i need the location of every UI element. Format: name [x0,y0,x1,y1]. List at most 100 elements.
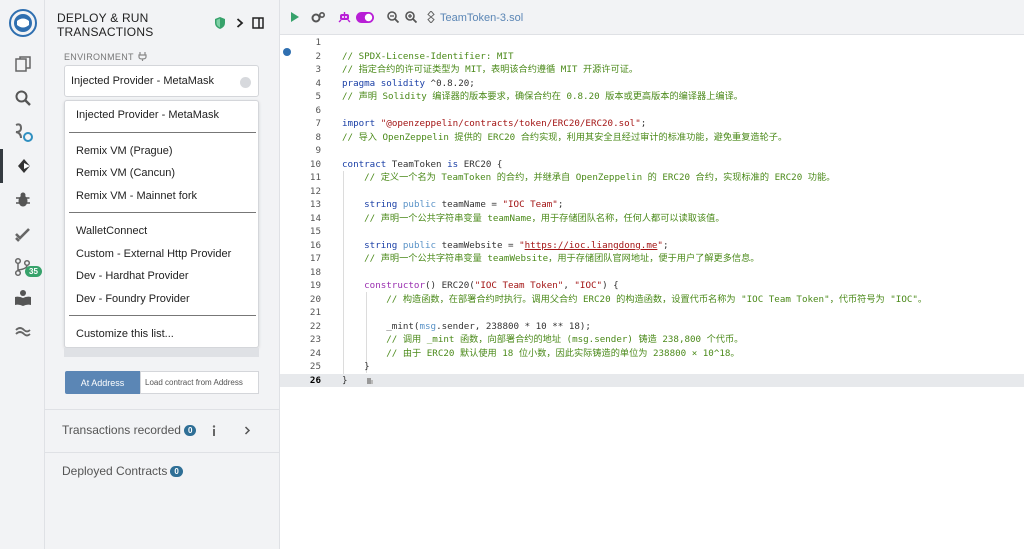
code-line[interactable]: 4 pragma solidity ^0.8.20; [280,77,1024,91]
lightbulb-hint-icon[interactable] [366,377,374,386]
code-line[interactable]: 18 [280,266,1024,280]
line-number: 13 [309,199,321,210]
env-option-hardhat[interactable]: Dev - Hardhat Provider [76,270,189,282]
code-text: // 声明一个公共字符串变量 teamWebsite，用于存储团队官网地址，便于… [364,253,760,264]
zoom-in-icon[interactable] [405,11,417,23]
environment-label: ENVIRONMENT [64,52,148,62]
code-text: import "@openzeppelin/contracts/token/ER… [342,118,647,129]
line-number: 20 [309,293,321,305]
transactions-recorded-header[interactable]: Transactions recorded 0 [62,423,197,437]
deploy-run-icon[interactable] [0,149,45,183]
code-line[interactable]: 14 // 声明一个公共字符串变量 teamName，用于存储团队名称，任何人都… [280,212,1024,226]
line-number: 8 [315,131,321,143]
code-text: // 由于 ERC20 默认使用 18 位小数，因此实际铸造的单位为 23880… [386,347,740,359]
code-line[interactable]: 2 // SPDX-License-Identifier: MIT [280,50,1024,64]
code-line[interactable]: 16 string public teamWebsite = "https://… [280,239,1024,253]
zoom-out-icon[interactable] [387,11,399,23]
dropdown-divider [69,132,256,133]
line-number: 26 [309,374,321,386]
env-option-custom-http[interactable]: Custom - External Http Provider [76,248,231,260]
line-number: 5 [315,91,321,102]
line-number: 17 [309,253,321,264]
plugin-manager-icon[interactable] [0,315,45,349]
env-option-walletconnect[interactable]: WalletConnect [76,225,147,237]
remix-logo-icon[interactable] [0,6,45,40]
panel-title: DEPLOY & RUN TRANSACTIONS [57,11,154,39]
code-line[interactable]: 26} [280,373,1024,387]
code-line[interactable]: 19 constructor() ERC20("IOC Team Token",… [280,279,1024,293]
line-number: 2 [315,50,321,62]
copilot-toggle-switch[interactable] [356,12,374,23]
line-number: 6 [315,104,321,116]
code-line[interactable]: 7 import "@openzeppelin/contracts/token/E… [280,117,1024,131]
code-line[interactable]: 13 string public teamName = "IOC Team"; [280,198,1024,212]
code-editor[interactable]: 1 2// SPDX-License-Identifier: MIT 3// 指定合… [280,36,1024,549]
run-play-icon[interactable] [290,11,300,23]
environment-select[interactable]: Injected Provider - MetaMask [64,65,259,97]
code-text: } [342,374,348,386]
chevron-right-icon[interactable] [236,18,244,28]
checkmarks-icon[interactable] [0,217,45,251]
plug-icon [138,52,148,61]
transactions-count-badge: 0 [183,425,197,436]
debugger-bug-icon[interactable] [0,183,45,217]
deployed-count-badge: 0 [170,466,183,477]
active-file-tab[interactable]: TeamToken-3.sol [440,12,523,24]
line-number: 4 [315,77,321,89]
code-line[interactable]: 6 [280,104,1024,118]
code-text: // 定义一个名为 TeamToken 的合约，并继承自 OpenZeppeli… [364,172,836,183]
line-number: 10 [309,158,321,170]
code-text: pragma solidity ^0.8.20; [342,77,475,89]
section-divider [45,452,280,453]
code-text: } [342,361,370,372]
deployed-contracts-header[interactable]: Deployed Contracts 0 [62,464,183,478]
load-contract-address-input[interactable]: Load contract from Address [140,371,259,394]
compile-settings-icon[interactable] [311,11,325,24]
dropdown-divider [69,212,256,213]
code-text: // 构造函数，在部署合约时执行。调用父合约 ERC20 的构造函数，设置代币名… [386,293,928,305]
code-line[interactable]: 17 // 声明一个公共字符串变量 teamWebsite，用于存储团队官网地址… [280,252,1024,266]
code-line[interactable]: 20 // 构造函数，在部署合约时执行。调用父合约 ERC20 的构造函数，设置… [280,293,1024,307]
code-line[interactable]: 21 [280,306,1024,320]
code-text: // 声明 Solidity 编译器的版本要求，确保合约在 0.8.20 版本或… [342,91,743,102]
env-option-foundry[interactable]: Dev - Foundry Provider [76,293,190,305]
code-line[interactable]: 24 // 由于 ERC20 默认使用 18 位小数，因此实际铸造的单位为 23… [280,347,1024,361]
line-number: 16 [309,239,321,251]
code-line[interactable]: 8 // 导入 OpenZeppelin 提供的 ERC20 合约实现，利用其安全… [280,131,1024,145]
code-line[interactable]: 1 [280,36,1024,50]
line-number: 25 [309,361,321,372]
customize-list-option[interactable]: Customize this list... [76,328,174,340]
code-line[interactable]: 3 // 指定合约的许可证类型为 MIT，表明该合约遵循 MIT 开源许可证。 [280,63,1024,77]
ai-copilot-icon[interactable] [338,11,351,24]
remix-ide: 35 DEPLOY & RUN TRANSACTIONS ENVIRONMENT… [0,0,1024,549]
code-line[interactable]: 15 [280,225,1024,239]
toggle-panel-icon[interactable] [252,17,264,29]
line-number: 12 [309,185,321,197]
env-option-mainnet-fork[interactable]: Remix VM - Mainnet fork [76,190,197,202]
code-line[interactable]: 9 [280,144,1024,158]
hidden-fields-strip [64,348,259,357]
env-option-injected-metamask[interactable]: Injected Provider - MetaMask [76,109,219,121]
code-line[interactable]: 23 // 调用 _mint 函数，向部署合约的地址 (msg.sender) … [280,333,1024,347]
solidity-compiler-icon[interactable] [0,115,45,149]
line-number: 1 [315,37,321,48]
line-number: 21 [309,307,321,318]
code-line[interactable]: 10 contract TeamToken is ERC20 { [280,158,1024,172]
at-address-button[interactable]: At Address [65,371,140,394]
code-line[interactable]: 11 // 定义一个名为 TeamToken 的合约，并继承自 OpenZepp… [280,171,1024,185]
learneth-book-icon[interactable] [0,281,45,315]
code-line[interactable]: 5 // 声明 Solidity 编译器的版本要求，确保合约在 0.8.20 版本… [280,90,1024,104]
info-icon[interactable] [211,425,217,436]
dropdown-divider [69,315,256,316]
line-number: 14 [309,212,321,224]
code-line[interactable]: 12 [280,185,1024,199]
env-option-remix-vm-cancun[interactable]: Remix VM (Cancun) [76,167,175,179]
line-number: 9 [315,145,321,156]
chevron-right-icon[interactable] [244,426,251,435]
code-line[interactable]: 25 } [280,360,1024,374]
search-icon[interactable] [0,81,45,115]
file-explorer-icon[interactable] [0,47,45,81]
code-line[interactable]: 22 _mint(msg.sender, 238800 * 10 ** 18); [280,320,1024,334]
line-number: 23 [309,334,321,345]
env-option-remix-vm-prague[interactable]: Remix VM (Prague) [76,145,173,157]
